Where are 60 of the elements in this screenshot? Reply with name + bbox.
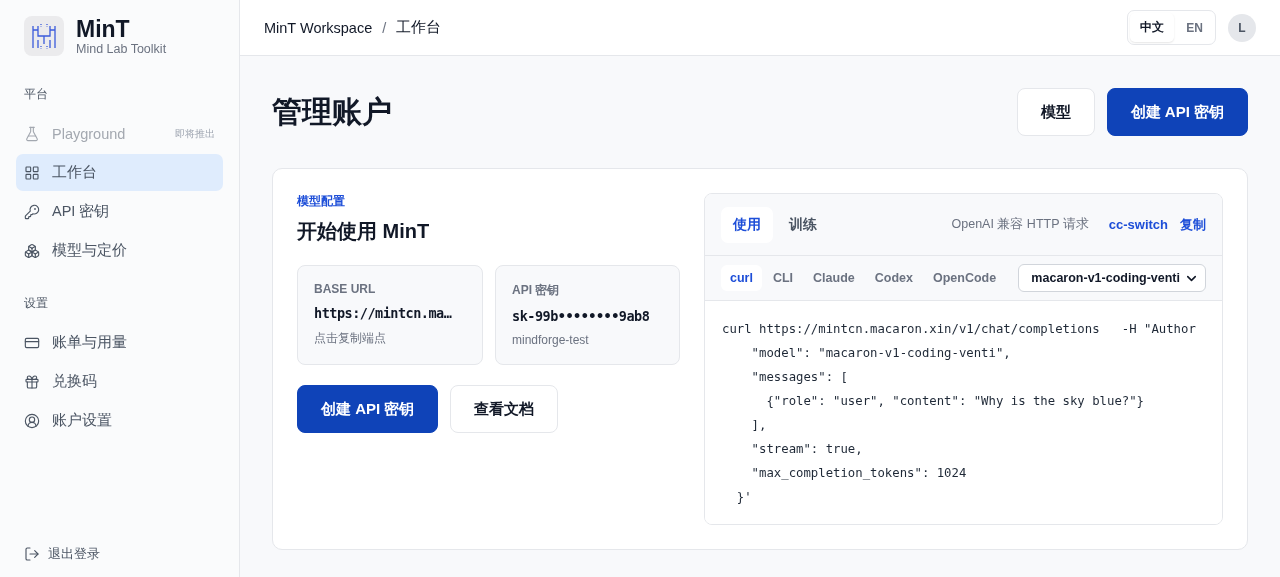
logo-icon <box>31 22 57 50</box>
client-tab[interactable]: Claude <box>804 265 864 291</box>
code-line: curl https://mintcn.macaron.xin/v1/chat/completions -H "Author <box>722 321 1197 338</box>
language-option[interactable]: EN <box>1176 13 1213 42</box>
breadcrumb-item: 工作台 <box>396 18 442 37</box>
sidebar-item[interactable]: API 密钥 <box>16 193 223 230</box>
info-label: BASE URL <box>314 282 377 296</box>
models-button[interactable]: 模型 <box>1016 88 1095 136</box>
language-option[interactable]: 中文 <box>1130 13 1175 42</box>
section-title: 平台 <box>23 86 49 103</box>
sidebar-item[interactable]: 工作台 <box>16 154 223 191</box>
sidebar-item[interactable]: 账单与用量 <box>16 324 223 361</box>
tab[interactable]: 使用 <box>721 206 773 243</box>
user-circle-icon <box>24 412 40 429</box>
info-hint: 点击复制端点 <box>314 330 387 347</box>
info-tile[interactable]: BASE URL https://mintcn.ma… 点击复制端点 <box>297 265 483 365</box>
create-key-button[interactable]: 创建 API 密钥 <box>1106 88 1248 136</box>
code-line: "stream": true, <box>750 441 864 458</box>
copy-link[interactable]: 复制 <box>1180 215 1206 234</box>
cc-switch-link[interactable]: cc-switch <box>1108 217 1168 232</box>
code-line: ], <box>750 417 768 434</box>
coming-soon-label: 即将推出 <box>175 126 215 141</box>
sidebar-item[interactable]: 兑换码 <box>16 363 223 400</box>
brand-subtitle: Mind Lab Toolkit <box>76 42 167 56</box>
docs-button[interactable]: 查看文档 <box>450 385 559 433</box>
sidebar-item[interactable]: 模型与定价 <box>16 232 223 269</box>
client-tab[interactable]: CLI <box>763 265 803 291</box>
create-key-button[interactable]: 创建 API 密钥 <box>297 385 439 433</box>
code-line: "model": "macaron-v1-coding-venti", <box>750 345 1012 362</box>
gift-icon <box>24 373 40 390</box>
info-label: API 密钥 <box>512 282 561 299</box>
key-icon <box>24 203 40 220</box>
section-title: 设置 <box>23 295 49 312</box>
info-value: sk-99b••••••••9ab8 <box>512 308 651 324</box>
cubes-icon <box>24 242 40 259</box>
info-hint: mindforge-test <box>512 333 590 347</box>
logout-link[interactable]: 退出登录 <box>16 545 223 563</box>
code-line: }' <box>735 489 753 506</box>
flask-icon <box>24 125 40 142</box>
model-select[interactable]: macaron-v1-coding-venti <box>1018 264 1206 292</box>
info-value: https://mintcn.ma… <box>314 305 453 321</box>
client-tab[interactable]: OpenCode <box>923 265 1006 291</box>
client-tab[interactable]: Codex <box>865 265 922 291</box>
logout-icon <box>24 546 40 562</box>
card-title: 开始使用 MinT <box>297 219 431 244</box>
card-eyebrow: 模型配置 <box>297 193 346 210</box>
info-tile[interactable]: API 密钥 sk-99b••••••••9ab8 mindforge-test <box>495 265 680 365</box>
breadcrumb-item[interactable]: MinT Workspace <box>264 19 373 36</box>
user-avatar[interactable]: L <box>1228 13 1256 42</box>
client-tab[interactable]: curl <box>721 265 762 291</box>
tab[interactable]: 训练 <box>777 206 829 243</box>
code-line: {"role": "user", "content": "Why is the sky blue?"} <box>765 393 1145 410</box>
code-line: "max_completion_tokens": 1024 <box>750 465 968 482</box>
grid-icon <box>24 164 40 181</box>
request-note: OpenAI 兼容 HTTP 请求 <box>951 216 1089 233</box>
breadcrumb-separator: / <box>382 19 387 36</box>
sidebar-item[interactable]: 账户设置 <box>16 402 223 439</box>
page-title: 管理账户 <box>272 93 393 130</box>
code-line: "messages": [ <box>750 369 849 386</box>
brand-name: MinT <box>76 16 131 42</box>
